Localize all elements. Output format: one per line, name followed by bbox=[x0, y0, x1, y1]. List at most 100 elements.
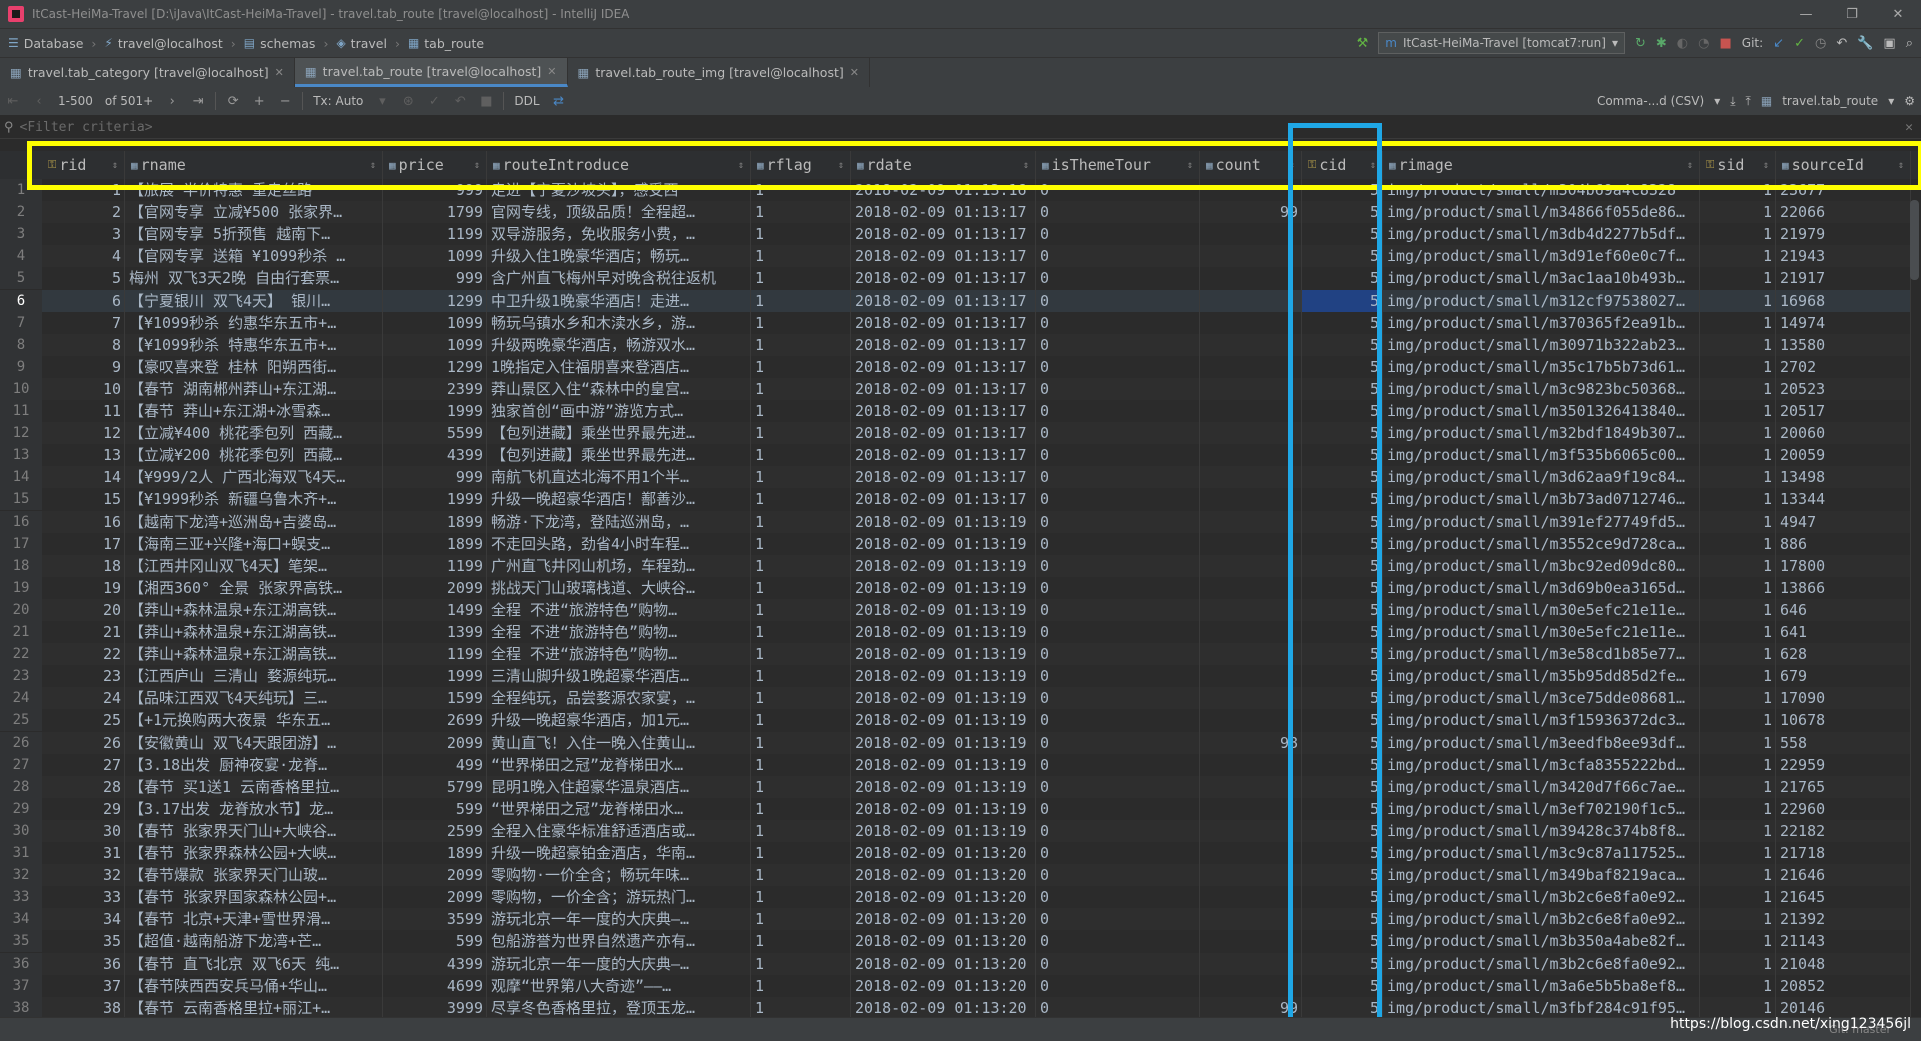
previous-page-icon[interactable]: ‹ bbox=[26, 94, 52, 109]
table-row[interactable]: 29 29 【3.17出发 龙脊放水节】龙… 599 “世界梯田之冠”龙脊梯田水… 1 20… bbox=[0, 797, 1921, 820]
cell-price[interactable]: 4399 bbox=[383, 952, 487, 975]
cell-rimage[interactable]: img/product/small/m3c9823bc50368… bbox=[1383, 377, 1700, 400]
cell-sid[interactable]: 1 bbox=[1700, 466, 1776, 489]
cell-rdate[interactable]: 2018-02-09 01:13:17 bbox=[851, 245, 1036, 268]
cell-rimage[interactable]: img/product/small/m370365f2ea91b… bbox=[1383, 312, 1700, 334]
git-commit-icon[interactable]: ✓ bbox=[1794, 36, 1805, 51]
cell-rname[interactable]: 【越南下龙湾+巡洲岛+吉婆岛… bbox=[125, 510, 383, 533]
cell-rimage[interactable]: img/product/small/m32bdf1849b307… bbox=[1383, 422, 1700, 445]
cell-price[interactable]: 1899 bbox=[383, 533, 487, 555]
cell-price[interactable]: 1999 bbox=[383, 400, 487, 422]
cell-count[interactable] bbox=[1200, 819, 1302, 842]
cell-rimage[interactable]: img/product/small/m3b350a4abe82f… bbox=[1383, 930, 1700, 952]
cell-rid[interactable]: 3 bbox=[42, 223, 125, 245]
cell-is-theme-tour[interactable]: 0 bbox=[1036, 577, 1200, 599]
cell-rname[interactable]: 【江西井冈山双飞4天】笔架… bbox=[125, 554, 383, 577]
cell-is-theme-tour[interactable]: 0 bbox=[1036, 687, 1200, 710]
cell-source-id[interactable]: 13866 bbox=[1776, 577, 1911, 599]
cell-rimage[interactable]: img/product/small/m3fbf284c91f95… bbox=[1383, 996, 1700, 1017]
cell-route-introduce[interactable]: 观摩“世界第八大奇迹”——… bbox=[487, 975, 751, 997]
cell-rflag[interactable]: 1 bbox=[751, 312, 851, 334]
cell-route-introduce[interactable]: 升级两晚豪华酒店，畅游双水… bbox=[487, 333, 751, 356]
breadcrumb-schemas[interactable]: schemas bbox=[260, 36, 315, 51]
cell-route-introduce[interactable]: 黄山直飞！入住一晚入住黄山… bbox=[487, 731, 751, 754]
table-row[interactable]: 22 22 【莽山+森林温泉+东江湖高铁… 1199 全程 不进“旅游特色”购物… 1 20… bbox=[0, 643, 1921, 666]
cell-rflag[interactable]: 1 bbox=[751, 754, 851, 776]
cell-rflag[interactable]: 1 bbox=[751, 621, 851, 643]
cell-sid[interactable]: 1 bbox=[1700, 356, 1776, 378]
cell-rimage[interactable]: img/product/small/m3a6e5b5ba8ef8… bbox=[1383, 975, 1700, 997]
cell-route-introduce[interactable]: 1晚指定入住福朋喜来登酒店… bbox=[487, 356, 751, 378]
cell-count[interactable] bbox=[1200, 975, 1302, 997]
cell-is-theme-tour[interactable]: 0 bbox=[1036, 488, 1200, 510]
cell-rdate[interactable]: 2018-02-09 01:13:19 bbox=[851, 819, 1036, 842]
cell-sid[interactable]: 1 bbox=[1700, 598, 1776, 621]
cell-count[interactable] bbox=[1200, 577, 1302, 599]
breadcrumb-schema[interactable]: travel bbox=[351, 36, 387, 51]
table-row[interactable]: 14 14 【¥999/2人 广西北海双飞4天… 999 南航飞机直达北海不用1个半… 1… bbox=[0, 466, 1921, 489]
cell-sid[interactable]: 1 bbox=[1700, 223, 1776, 245]
cell-source-id[interactable]: 21646 bbox=[1776, 864, 1911, 887]
cell-route-introduce[interactable]: 全程纯玩，品尝婺源农家宴，… bbox=[487, 687, 751, 710]
cell-count[interactable] bbox=[1200, 709, 1302, 731]
cell-price[interactable]: 999 bbox=[383, 267, 487, 289]
cell-rname[interactable]: 【春节 北京+天津+雪世界滑… bbox=[125, 908, 383, 931]
project-structure-icon[interactable]: ▣ bbox=[1883, 36, 1895, 51]
navigate-icon[interactable]: ⇄ bbox=[546, 94, 572, 109]
cell-sid[interactable]: 1 bbox=[1700, 554, 1776, 577]
cell-rflag[interactable]: 1 bbox=[751, 510, 851, 533]
cell-rdate[interactable]: 2018-02-09 01:13:20 bbox=[851, 908, 1036, 931]
cell-rdate[interactable]: 2018-02-09 01:13:17 bbox=[851, 488, 1036, 510]
cell-price[interactable]: 1999 bbox=[383, 488, 487, 510]
cell-rid[interactable]: 37 bbox=[42, 975, 125, 997]
cell-rid[interactable]: 33 bbox=[42, 886, 125, 908]
cell-route-introduce[interactable]: 昆明1晚入住超豪华温泉酒店… bbox=[487, 775, 751, 798]
table-row[interactable]: 26 26 【安徽黄山 双飞4天跟团游】… 2099 黄山直飞！入住一晚入住黄山… 1 20… bbox=[0, 731, 1921, 754]
cell-rdate[interactable]: 2018-02-09 01:13:19 bbox=[851, 533, 1036, 555]
cell-is-theme-tour[interactable]: 0 bbox=[1036, 400, 1200, 422]
cell-rimage[interactable]: img/product/small/m3eedfb8ee93df… bbox=[1383, 731, 1700, 754]
cell-count[interactable] bbox=[1200, 245, 1302, 268]
cell-count[interactable] bbox=[1200, 422, 1302, 445]
cell-rdate[interactable]: 2018-02-09 01:13:17 bbox=[851, 223, 1036, 245]
cell-rflag[interactable]: 1 bbox=[751, 289, 851, 312]
tab-tab-category[interactable]: ▦ travel.tab_category [travel@localhost]… bbox=[0, 58, 295, 87]
cell-rdate[interactable]: 2018-02-09 01:13:19 bbox=[851, 687, 1036, 710]
cell-sid[interactable]: 1 bbox=[1700, 864, 1776, 887]
cell-rname[interactable]: 【春节 张家界国家森林公园+… bbox=[125, 886, 383, 908]
cell-sid[interactable]: 1 bbox=[1700, 819, 1776, 842]
cancel-icon[interactable]: ■ bbox=[473, 94, 499, 109]
cell-count[interactable] bbox=[1200, 842, 1302, 864]
cell-rflag[interactable]: 1 bbox=[751, 731, 851, 754]
cell-source-id[interactable]: 21143 bbox=[1776, 930, 1911, 952]
cell-rflag[interactable]: 1 bbox=[751, 886, 851, 908]
cell-rname[interactable]: 【春节 张家界天门山+大峡谷… bbox=[125, 819, 383, 842]
cell-sid[interactable]: 1 bbox=[1700, 709, 1776, 731]
cell-count[interactable] bbox=[1200, 930, 1302, 952]
cell-rdate[interactable]: 2018-02-09 01:13:17 bbox=[851, 289, 1036, 312]
cell-rname[interactable]: 【莽山+森林温泉+东江湖高铁… bbox=[125, 621, 383, 643]
cell-rid[interactable]: 10 bbox=[42, 377, 125, 400]
settings-icon[interactable]: 🔧 bbox=[1857, 36, 1873, 51]
next-page-icon[interactable]: › bbox=[159, 94, 185, 109]
cell-is-theme-tour[interactable]: 0 bbox=[1036, 267, 1200, 289]
cell-rimage[interactable]: img/product/small/m35b95dd85d2fe… bbox=[1383, 665, 1700, 687]
breadcrumb-table[interactable]: tab_route bbox=[424, 36, 484, 51]
cell-rid[interactable]: 6 bbox=[42, 289, 125, 312]
last-page-icon[interactable]: ⇥ bbox=[185, 94, 211, 109]
cell-rdate[interactable]: 2018-02-09 01:13:19 bbox=[851, 577, 1036, 599]
cell-rid[interactable]: 4 bbox=[42, 245, 125, 268]
cell-route-introduce[interactable]: 三清山脚升级1晚超豪华酒店… bbox=[487, 665, 751, 687]
cell-rdate[interactable]: 2018-02-09 01:13:17 bbox=[851, 267, 1036, 289]
cell-count[interactable] bbox=[1200, 510, 1302, 533]
cell-rflag[interactable]: 1 bbox=[751, 775, 851, 798]
cell-rflag[interactable]: 1 bbox=[751, 930, 851, 952]
cell-count[interactable] bbox=[1200, 356, 1302, 378]
cell-rimage[interactable]: img/product/small/m35c17b5b73d61… bbox=[1383, 356, 1700, 378]
cell-rname[interactable]: 【春节 湖南郴州莽山+东江湖… bbox=[125, 377, 383, 400]
cell-is-theme-tour[interactable]: 0 bbox=[1036, 798, 1200, 820]
cell-sid[interactable]: 1 bbox=[1700, 444, 1776, 466]
filter-criteria-input[interactable]: ⚲ <Filter criteria> ✕ bbox=[0, 116, 1921, 139]
cell-price[interactable]: 1499 bbox=[383, 598, 487, 621]
cell-sid[interactable]: 1 bbox=[1700, 908, 1776, 931]
